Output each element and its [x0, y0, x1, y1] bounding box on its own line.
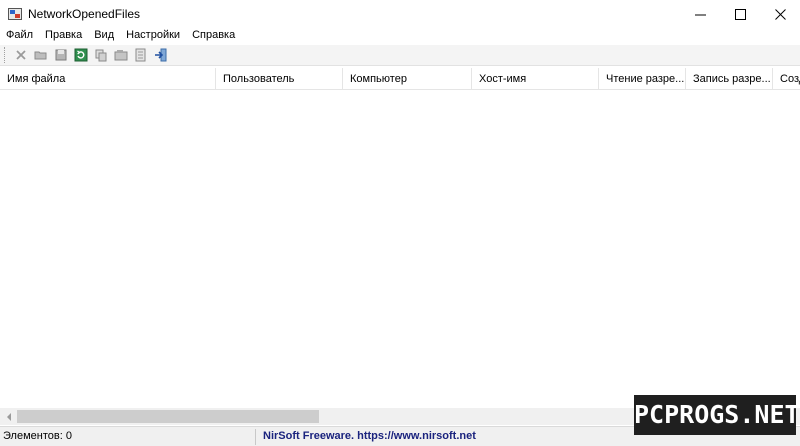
refresh-icon: [74, 48, 87, 62]
delete-icon: [15, 50, 26, 60]
watermark-logo: PCPROGS.NET: [634, 395, 800, 435]
html-report-icon: [135, 48, 145, 62]
scroll-left-button[interactable]: [0, 408, 17, 425]
open-folder-icon: [34, 51, 46, 60]
menu-help[interactable]: Справка: [186, 28, 241, 44]
column-header-user[interactable]: Пользователь: [216, 68, 343, 89]
copy-icon: [95, 49, 106, 62]
properties-icon: [114, 50, 127, 61]
column-header-computer[interactable]: Компьютер: [343, 68, 472, 89]
save-button[interactable]: [51, 46, 70, 65]
nirsoft-credit-link[interactable]: NirSoft Freeware. https://www.nirsoft.ne…: [263, 430, 476, 442]
save-icon: [55, 49, 66, 61]
exit-icon: [154, 48, 166, 62]
status-separator: [255, 429, 256, 445]
close-button[interactable]: [762, 0, 798, 28]
arrow-left-icon: [6, 412, 11, 421]
toolbar-grip: [4, 47, 7, 63]
network-files-app-icon: [8, 8, 22, 20]
menu-edit[interactable]: Правка: [39, 28, 88, 44]
copy-button[interactable]: [91, 46, 110, 65]
menu-file[interactable]: Файл: [0, 28, 39, 44]
maximize-icon: [734, 8, 746, 20]
column-header-hostname[interactable]: Хост-имя: [472, 68, 599, 89]
properties-button[interactable]: [111, 46, 130, 65]
menu-settings[interactable]: Настройки: [120, 28, 186, 44]
toolbar: [0, 45, 800, 66]
exit-button[interactable]: [151, 46, 170, 65]
column-header-read-permission[interactable]: Чтение разре...: [599, 68, 686, 89]
maximize-button[interactable]: [722, 0, 758, 28]
title-bar: NetworkOpenedFiles: [0, 0, 800, 28]
refresh-button[interactable]: [71, 46, 90, 65]
minimize-icon: [694, 14, 706, 15]
horizontal-scroll-thumb[interactable]: [17, 410, 319, 423]
html-report-button[interactable]: [131, 46, 150, 65]
list-header: Имя файла Пользователь Компьютер Хост-им…: [0, 68, 800, 90]
delete-button[interactable]: [11, 46, 30, 65]
menu-bar: Файл Правка Вид Настройки Справка: [0, 28, 800, 44]
column-header-write-permission[interactable]: Запись разре...: [686, 68, 773, 89]
minimize-button[interactable]: [682, 0, 718, 28]
window-title: NetworkOpenedFiles: [28, 7, 141, 21]
open-button[interactable]: [31, 46, 50, 65]
menu-view[interactable]: Вид: [88, 28, 120, 44]
item-count: Элементов: 0: [3, 430, 72, 442]
column-header-created[interactable]: Созд: [773, 68, 800, 89]
column-header-filename[interactable]: Имя файла: [0, 68, 216, 89]
close-icon: [774, 8, 786, 20]
file-list[interactable]: [0, 90, 800, 408]
